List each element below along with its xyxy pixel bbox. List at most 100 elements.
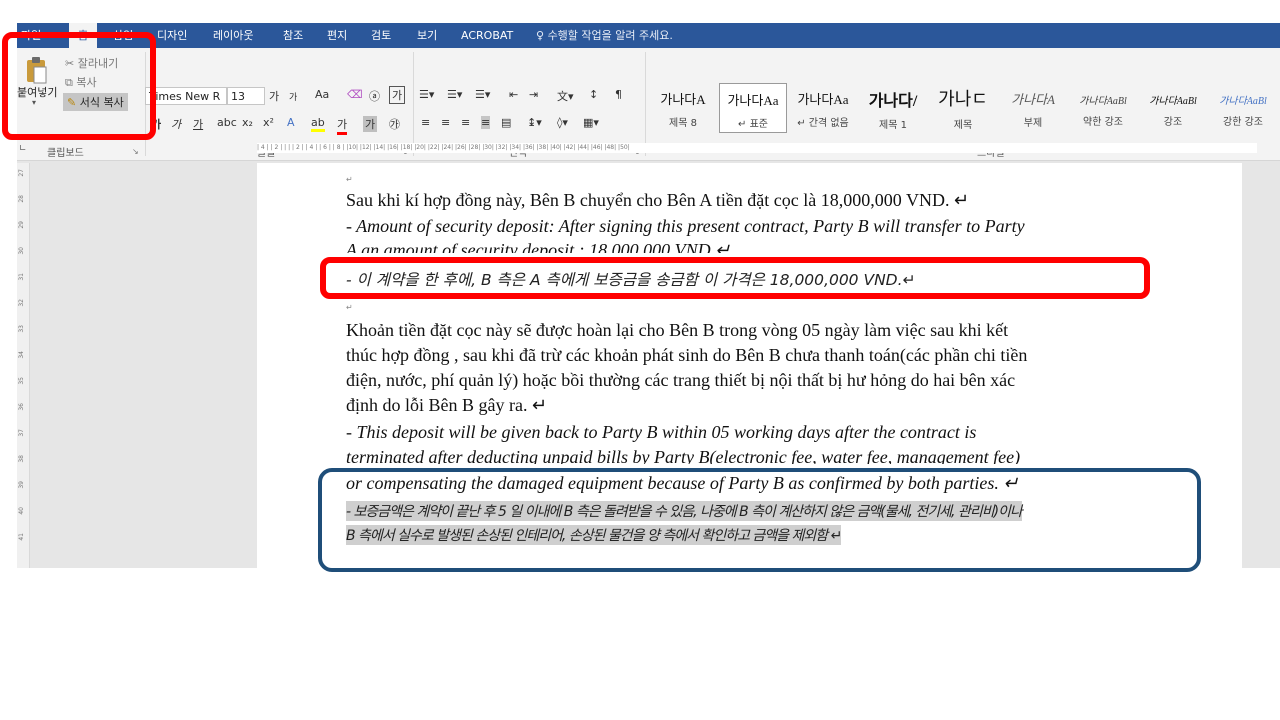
ruler-number: 28 — [18, 195, 25, 203]
tell-me-text: 수행할 작업을 알려 주세요. — [547, 29, 673, 42]
tab-selector-icon[interactable]: ∟ — [19, 144, 27, 154]
style-name: 강조 — [1163, 117, 1183, 128]
borders-icon[interactable]: ▦▾ — [583, 116, 599, 129]
doc-line-english-4: terminated after deducting unpaid bills … — [346, 447, 1021, 464]
vertical-ruler[interactable]: 27 28 29 30 31 32 33 34 35 36 37 38 39 4… — [17, 163, 30, 568]
grow-font-label: 가 — [269, 90, 280, 103]
ruler-number: 40 — [18, 507, 25, 515]
shrink-font-label: 가 — [289, 93, 298, 103]
style-heading-8[interactable]: 가나다A 제목 8 — [649, 83, 717, 133]
tab-review[interactable]: 검토 — [371, 23, 391, 48]
style-title[interactable]: 가나ㄷ 제목 — [929, 83, 997, 133]
style-name: 제목 1 — [879, 120, 907, 131]
horizontal-ruler[interactable]: | 4 | | 2 | | | | 2 | | 4 | | 6 | | 8 | … — [257, 143, 1257, 153]
group-divider — [413, 52, 414, 156]
change-case-button[interactable]: Aa — [315, 88, 329, 101]
doc-line-vietnamese-3: thúc hợp đồng , sau khi đã trừ các khoản… — [346, 345, 1028, 365]
superscript-icon[interactable]: x² — [263, 116, 274, 129]
style-sample: 가나다Aa — [727, 93, 779, 108]
style-intense-emphasis[interactable]: 가나다AaBl 강한 강조 — [1209, 83, 1277, 133]
char-shading-icon[interactable]: 가 — [363, 116, 378, 132]
increase-indent-icon[interactable]: ⇥ — [529, 88, 538, 101]
phonetic-guide-icon[interactable]: ⓐ — [369, 88, 380, 104]
style-name: 강한 강조 — [1223, 117, 1263, 128]
style-sample: 가나다AaBl — [1219, 96, 1267, 107]
char-border-icon[interactable]: 가 — [389, 86, 406, 104]
tab-layout[interactable]: 레이아웃 — [213, 23, 253, 48]
tab-references[interactable]: 참조 — [283, 23, 303, 48]
italic-label: 가 — [171, 118, 182, 131]
style-subtitle[interactable]: 가나다A 부제 — [999, 83, 1067, 133]
ribbon-tab-bar: 파일 홈 삽입 디자인 레이아웃 참조 편지 검토 보기 ACROBAT ♀ 수… — [17, 23, 1280, 50]
numbering-icon[interactable]: ☰▾ — [447, 88, 462, 101]
style-subtle-emphasis[interactable]: 가나다AaBl 약한 강조 — [1069, 83, 1137, 133]
tab-view[interactable]: 보기 — [417, 23, 437, 48]
show-marks-icon[interactable]: ¶ — [615, 88, 622, 101]
paragraph-mark: ↵ — [346, 303, 353, 312]
font-size-box[interactable]: 13 — [227, 87, 265, 105]
doc-line-english-2: A an amount of security deposit : 18,000… — [346, 240, 731, 253]
style-sample: 가나다A — [660, 92, 706, 107]
shrink-font-button[interactable]: 가 — [289, 90, 297, 103]
style-name: ↵ 간격 없음 — [797, 118, 849, 129]
justify-icon[interactable]: ≡ — [481, 116, 491, 129]
style-heading-1[interactable]: 가나다/ 제목 1 — [859, 83, 927, 133]
red-highlight-box — [2, 32, 156, 140]
enclose-char-icon[interactable]: ㉮ — [389, 116, 400, 132]
style-sample: 가나다Aa — [797, 92, 849, 107]
group-divider — [645, 52, 646, 156]
tab-design[interactable]: 디자인 — [157, 23, 187, 48]
multilevel-list-icon[interactable]: ☰▾ — [475, 88, 490, 101]
distribute-icon[interactable]: ▤ — [501, 116, 511, 129]
sort-icon[interactable]: ↕ — [589, 88, 598, 101]
ruler-number: 41 — [18, 533, 25, 541]
ruler-number: 30 — [18, 247, 25, 255]
align-left-icon[interactable]: ≡ — [421, 116, 430, 129]
ruler-number: 38 — [18, 455, 25, 463]
doc-line-vietnamese-1: Sau khi kí hợp đồng này, Bên B chuyển ch… — [346, 190, 970, 210]
strikethrough-icon[interactable]: abc — [217, 116, 237, 129]
style-normal[interactable]: 가나다Aa ↵ 표준 — [719, 83, 787, 133]
highlight-color-icon[interactable]: ab — [311, 116, 325, 132]
clear-format-icon[interactable]: ⌫ — [347, 88, 363, 101]
decrease-indent-icon[interactable]: ⇤ — [509, 88, 518, 101]
grow-font-button[interactable]: 가 — [269, 88, 279, 104]
bullets-icon[interactable]: ☰▾ — [419, 88, 434, 101]
style-sample: 가나다/ — [868, 93, 918, 110]
style-no-spacing[interactable]: 가나다Aa ↵ 간격 없음 — [789, 83, 857, 133]
tab-acrobat[interactable]: ACROBAT — [461, 23, 513, 48]
red-highlight-box — [320, 257, 1150, 299]
ruler-number: 36 — [18, 403, 25, 411]
align-center-icon[interactable]: ≡ — [441, 116, 450, 129]
ruler-marks: | 4 | | 2 | | | | 2 | | 4 | | 6 | | 8 | … — [257, 144, 630, 151]
italic-button[interactable]: 가 — [171, 116, 181, 132]
text-effects-icon[interactable]: A — [287, 116, 295, 129]
paragraph-mark: ↵ — [346, 175, 353, 184]
line-spacing-icon[interactable]: ↨▾ — [527, 116, 542, 129]
font-color-icon[interactable]: 가 — [337, 116, 348, 135]
ruler-number: 37 — [18, 429, 25, 437]
ruler-number: 33 — [18, 325, 25, 333]
ruler-number: 34 — [18, 351, 25, 359]
style-sample: 가나다A — [1011, 92, 1055, 107]
tell-me-box[interactable]: ♀ 수행할 작업을 알려 주세요. — [536, 23, 673, 48]
style-sample: 가나다AaBl — [1149, 96, 1197, 107]
doc-line-vietnamese-4: điện, nước, phí quản lý) hoặc bồi thường… — [346, 370, 1016, 390]
shading-icon[interactable]: ◊▾ — [557, 116, 568, 129]
ruler-number: 35 — [18, 377, 25, 385]
ruler-number: 29 — [18, 221, 25, 229]
ruler-number: 39 — [18, 481, 25, 489]
underline-button[interactable]: 가 — [193, 116, 203, 132]
style-name: 부제 — [1023, 118, 1043, 129]
doc-line-vietnamese-2: Khoản tiền đặt cọc này sẽ được hoàn lại … — [346, 320, 1009, 340]
asian-layout-icon[interactable]: 文▾ — [557, 88, 574, 104]
clipboard-launcher-icon[interactable]: ↘ — [132, 147, 139, 156]
font-name-box[interactable]: Times New R — [145, 87, 227, 105]
tab-mailings[interactable]: 편지 — [327, 23, 347, 48]
style-name: 제목 8 — [669, 118, 697, 129]
subscript-icon[interactable]: x₂ — [242, 116, 253, 129]
style-emphasis[interactable]: 가나다AaBl 강조 — [1139, 83, 1207, 133]
doc-line-english-1: - Amount of security deposit: After sign… — [346, 216, 1025, 236]
style-name: ↵ 표준 — [738, 119, 768, 130]
align-right-icon[interactable]: ≡ — [461, 116, 470, 129]
